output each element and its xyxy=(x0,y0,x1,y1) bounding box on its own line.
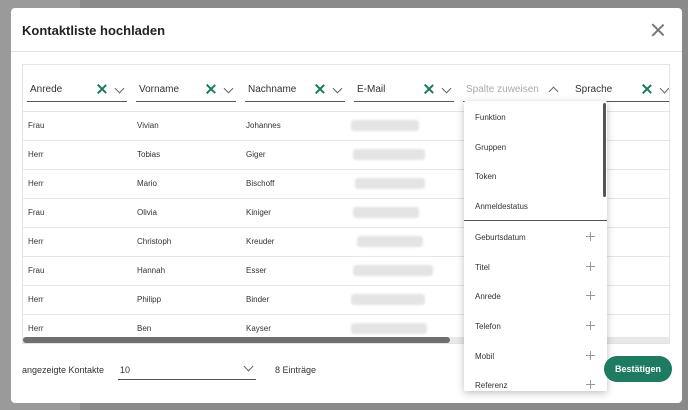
blurred-email xyxy=(351,120,419,131)
dropdown-divider xyxy=(464,220,607,221)
entries-count: 8 Einträge xyxy=(275,365,317,375)
shown-contacts-select[interactable]: 10 xyxy=(118,358,256,380)
column-header-anrede[interactable]: Anrede xyxy=(27,78,127,102)
dropdown-option-telefon[interactable]: Telefon xyxy=(475,322,501,331)
plus-icon[interactable] xyxy=(586,321,595,330)
plus-icon[interactable] xyxy=(586,351,595,360)
chevron-down-icon[interactable] xyxy=(659,83,669,94)
plus-icon[interactable] xyxy=(586,232,595,241)
chevron-down-icon xyxy=(243,361,254,372)
confirm-button[interactable]: Bestätigen xyxy=(604,356,672,382)
chevron-down-icon[interactable] xyxy=(332,83,343,94)
blurred-email xyxy=(353,149,425,160)
upload-modal: Kontaktliste hochladen Anrede Vorname Na… xyxy=(11,8,682,403)
dropdown-option-anmeldestatus[interactable]: Anmeldestatus xyxy=(475,202,528,211)
blurred-email xyxy=(357,236,423,247)
clear-x-icon[interactable] xyxy=(424,84,434,94)
blurred-email xyxy=(353,265,433,276)
clear-x-icon[interactable] xyxy=(206,84,216,94)
blurred-email xyxy=(351,294,425,305)
modal-title: Kontaktliste hochladen xyxy=(22,23,166,38)
chevron-up-icon[interactable] xyxy=(548,86,559,97)
close-icon[interactable] xyxy=(648,20,668,40)
modal-header: Kontaktliste hochladen xyxy=(11,8,682,52)
scrollbar-thumb[interactable] xyxy=(23,337,450,343)
dropdown-option-geburtsdatum[interactable]: Geburtsdatum xyxy=(475,233,526,242)
dropdown-option-gruppen[interactable]: Gruppen xyxy=(475,143,506,152)
column-assign-dropdown: Funktion Gruppen Token Anmeldestatus Geb… xyxy=(464,101,607,391)
dropdown-option-referenz[interactable]: Referenz xyxy=(475,381,507,390)
column-header-sprache[interactable]: Sprache xyxy=(572,78,669,102)
chevron-down-icon[interactable] xyxy=(441,83,452,94)
column-header-vorname[interactable]: Vorname xyxy=(136,78,236,102)
dropdown-option-mobil[interactable]: Mobil xyxy=(475,352,494,361)
chevron-down-icon[interactable] xyxy=(114,83,125,94)
dropdown-option-funktion[interactable]: Funktion xyxy=(475,113,506,122)
clear-x-icon[interactable] xyxy=(315,84,325,94)
dropdown-option-titel[interactable]: Titel xyxy=(475,263,490,272)
plus-icon[interactable] xyxy=(586,262,595,271)
shown-contacts-value: 10 xyxy=(120,365,131,375)
dropdown-option-token[interactable]: Token xyxy=(475,172,496,181)
clear-x-icon[interactable] xyxy=(97,84,107,94)
blurred-email xyxy=(351,323,427,334)
blurred-email xyxy=(355,178,425,189)
dropdown-option-anrede[interactable]: Anrede xyxy=(475,292,501,301)
blurred-email xyxy=(353,207,419,218)
plus-icon[interactable] xyxy=(586,291,595,300)
chevron-down-icon[interactable] xyxy=(223,83,234,94)
column-header-nachname[interactable]: Nachname xyxy=(245,78,345,102)
shown-contacts-label: angezeigte Kontakte xyxy=(22,365,105,375)
column-header-email[interactable]: E-Mail xyxy=(354,78,454,102)
clear-x-icon[interactable] xyxy=(642,84,652,94)
column-header-assign[interactable]: Spalte zuweisen xyxy=(463,78,563,102)
dropdown-scrollbar[interactable] xyxy=(603,103,606,197)
plus-icon[interactable] xyxy=(586,380,595,389)
